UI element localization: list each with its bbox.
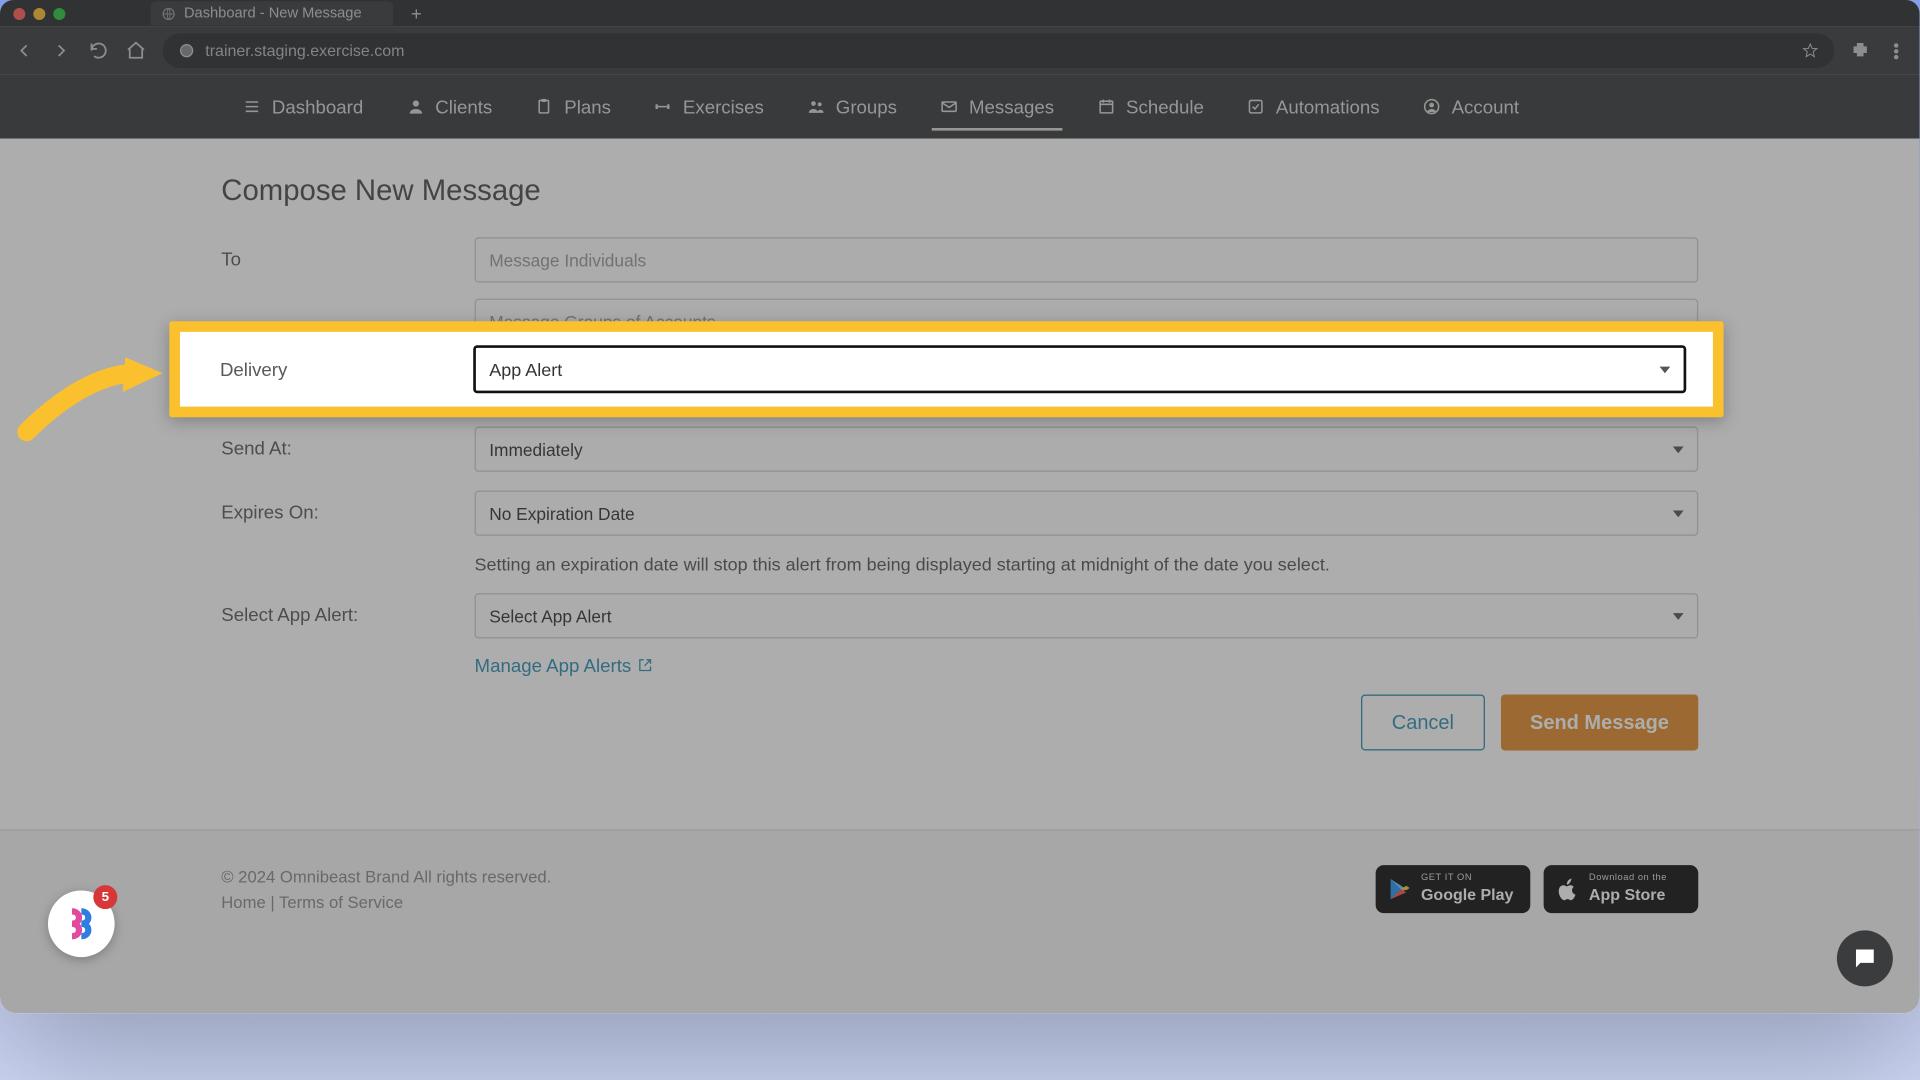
highlight-callout: Delivery App Alert: [169, 321, 1723, 417]
intercom-chat-button[interactable]: [1837, 930, 1893, 986]
support-logo-icon: [63, 905, 100, 942]
select-value: App Alert: [489, 359, 562, 379]
notification-badge: 5: [93, 885, 117, 909]
chevron-down-icon: [1660, 366, 1671, 373]
callout-delivery-select[interactable]: App Alert: [473, 345, 1686, 393]
chat-icon: [1852, 945, 1879, 972]
browser-window: Dashboard - New Message + trainer.stagin…: [0, 0, 1920, 1013]
overlay-scrim: [0, 0, 1920, 1013]
support-widget-button[interactable]: 5: [48, 890, 115, 957]
callout-delivery-label: Delivery: [220, 359, 473, 380]
callout-arrow-icon: [0, 328, 168, 424]
